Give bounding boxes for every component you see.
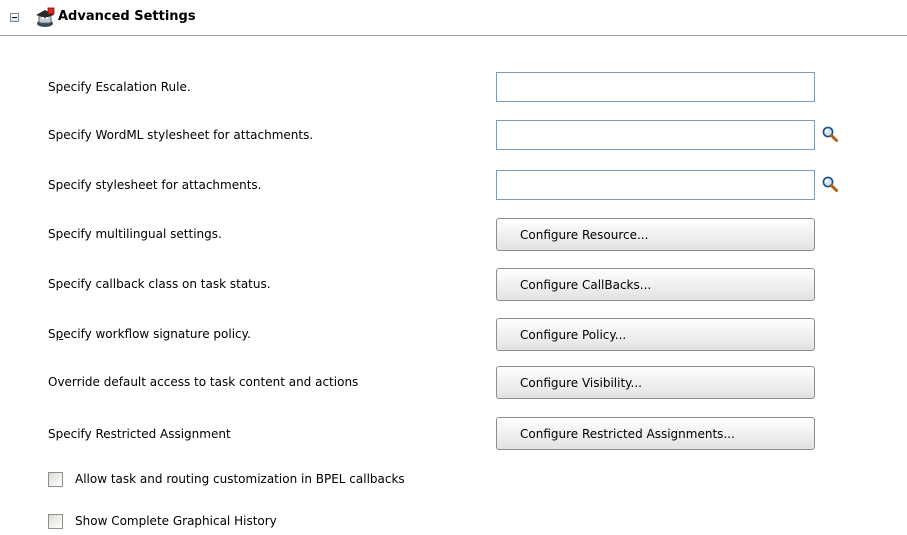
callback-class-label: Specify callback class on task status. bbox=[48, 277, 271, 291]
label-part: ecify workflow signature policy. bbox=[63, 327, 251, 341]
wordml-stylesheet-label: Specify WordML stylesheet for attachment… bbox=[48, 128, 314, 142]
header-divider bbox=[0, 35, 907, 36]
attachment-stylesheet-field[interactable] bbox=[496, 170, 815, 200]
graphical-history-checkbox[interactable] bbox=[48, 514, 63, 529]
bpel-callbacks-checkbox[interactable] bbox=[48, 472, 63, 487]
escalation-rule-label: Specify Escalation Rule. bbox=[48, 80, 191, 94]
configure-callbacks-button[interactable]: Configure CallBacks... bbox=[496, 268, 815, 301]
escalation-rule-field[interactable] bbox=[496, 72, 815, 102]
signature-policy-label: Specify workflow signature policy. bbox=[48, 326, 251, 342]
wordml-stylesheet-field[interactable] bbox=[496, 120, 815, 150]
restricted-assignment-label: Specify Restricted Assignment bbox=[48, 427, 231, 441]
search-icon[interactable] bbox=[821, 175, 839, 193]
configure-policy-button[interactable]: Configure Policy... bbox=[496, 318, 815, 351]
graphical-history-label: Show Complete Graphical History bbox=[75, 514, 277, 528]
minus-collapse-icon[interactable] bbox=[10, 13, 19, 22]
multilingual-settings-label: Specify multilingual settings. bbox=[48, 227, 222, 241]
section-title: Advanced Settings bbox=[58, 9, 196, 24]
override-access-label: Override default access to task content … bbox=[48, 375, 359, 389]
attachment-stylesheet-label: Specify stylesheet for attachments. bbox=[48, 178, 262, 192]
configure-visibility-button[interactable]: Configure Visibility... bbox=[496, 366, 815, 399]
section-header: Advanced Settings bbox=[0, 0, 907, 37]
settings-wizard-icon bbox=[36, 7, 55, 27]
search-icon[interactable] bbox=[821, 125, 839, 143]
label-part: S bbox=[48, 327, 56, 341]
configure-resource-button[interactable]: Configure Resource... bbox=[496, 218, 815, 251]
bpel-callbacks-label: Allow task and routing customization in … bbox=[75, 472, 405, 486]
configure-restricted-assignments-button[interactable]: Configure Restricted Assignments... bbox=[496, 417, 815, 450]
